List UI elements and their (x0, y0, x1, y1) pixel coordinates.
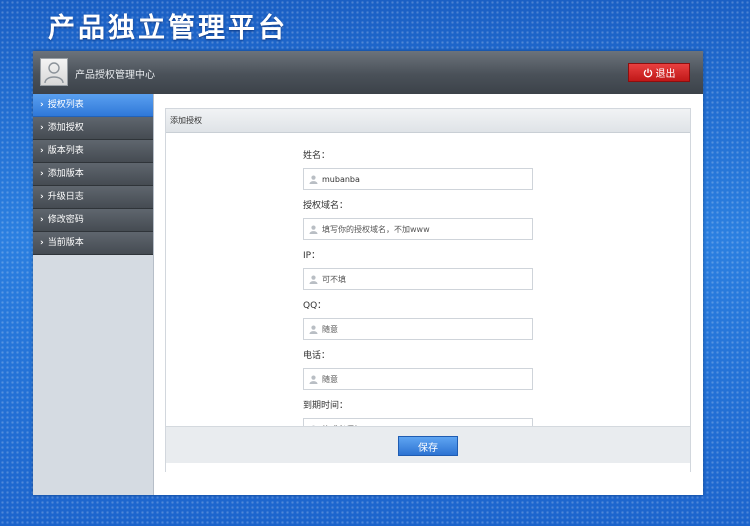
ip-field-box (303, 268, 533, 290)
qq-label: QQ： (303, 301, 327, 311)
qq-field-box (303, 318, 533, 340)
chevron-right-icon: › (40, 123, 44, 133)
user-icon (309, 275, 318, 284)
sidebar-item-label: 版本列表 (47, 146, 84, 156)
user-icon (309, 175, 318, 184)
chevron-right-icon: › (40, 238, 44, 248)
qq-input[interactable] (322, 319, 528, 339)
sidebar: › 授权列表 › 添加授权 › 版本列表 › 添加版本 › 升级日志 › 修改密码 › 当前版… (33, 94, 154, 495)
content-header: 添加授权 (166, 109, 690, 133)
sidebar-item-label: 升级日志 (47, 192, 84, 202)
logout-label: 退出 (655, 69, 676, 80)
sidebar-item-license-list[interactable]: › 授权列表 (33, 94, 153, 117)
user-icon (309, 325, 318, 334)
topbar-title: 产品授权管理中心 (75, 70, 155, 81)
sidebar-item-change-password[interactable]: › 修改密码 (33, 209, 153, 232)
avatar (40, 58, 68, 86)
sidebar-item-label: 授权列表 (47, 100, 84, 110)
phone-field-box (303, 368, 533, 390)
ip-input[interactable] (322, 269, 528, 289)
sidebar-item-label: 添加版本 (47, 169, 84, 179)
sidebar-item-add-license[interactable]: › 添加授权 (33, 117, 153, 140)
form-footer: 保存 (166, 426, 690, 463)
name-input[interactable] (322, 169, 528, 189)
phone-input[interactable] (322, 369, 528, 389)
domain-label: 授权域名： (303, 201, 349, 211)
user-icon (309, 225, 318, 234)
chevron-right-icon: › (40, 215, 44, 225)
chevron-right-icon: › (40, 192, 44, 202)
main-panel: 产品授权管理中心 退出 › 授权列表 › 添加授权 › 版本列表 › 添加版本 › 升级日… (33, 51, 703, 495)
user-icon (309, 375, 318, 384)
expiry-label: 到期时间： (303, 401, 349, 411)
content-panel: 添加授权 姓名： 授权域名： IP： QQ： 电话： (165, 108, 691, 472)
chevron-right-icon: › (40, 100, 44, 110)
sidebar-item-label: 当前版本 (47, 238, 84, 248)
name-field-box (303, 168, 533, 190)
chevron-right-icon: › (40, 146, 44, 156)
sidebar-item-current-version[interactable]: › 当前版本 (33, 232, 153, 255)
phone-label: 电话： (303, 351, 331, 361)
logout-button[interactable]: 退出 (628, 63, 690, 82)
sidebar-item-upgrade-log[interactable]: › 升级日志 (33, 186, 153, 209)
sidebar-item-add-version[interactable]: › 添加版本 (33, 163, 153, 186)
user-avatar-icon (44, 62, 64, 84)
chevron-right-icon: › (40, 169, 44, 179)
sidebar-item-version-list[interactable]: › 版本列表 (33, 140, 153, 163)
domain-field-box (303, 218, 533, 240)
save-button[interactable]: 保存 (398, 436, 458, 456)
add-license-form: 姓名： 授权域名： IP： QQ： 电话： (303, 149, 533, 449)
top-bar: 产品授权管理中心 退出 (33, 51, 703, 94)
sidebar-item-label: 修改密码 (47, 215, 84, 225)
domain-input[interactable] (322, 219, 528, 239)
power-icon (643, 68, 652, 77)
name-label: 姓名： (303, 151, 331, 161)
sidebar-item-label: 添加授权 (47, 123, 84, 133)
ip-label: IP： (303, 251, 321, 261)
app-title: 产品独立管理平台 (48, 13, 288, 44)
content-bottom-strip (166, 463, 690, 472)
